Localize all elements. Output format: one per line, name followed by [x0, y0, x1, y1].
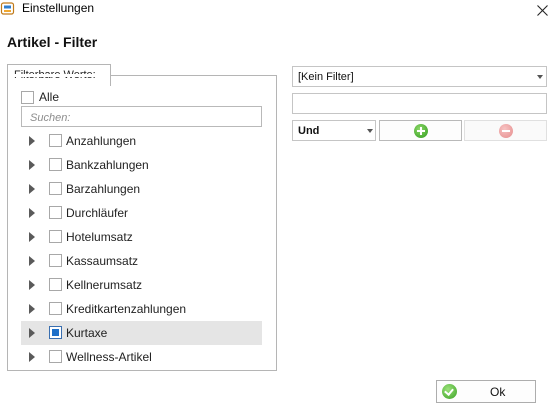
expand-arrow-icon[interactable] — [29, 136, 35, 146]
tree-item-label: Anzahlungen — [66, 134, 137, 148]
search-input[interactable] — [21, 106, 262, 127]
tree-item-kellnerumsatz[interactable]: Kellnerumsatz — [21, 273, 262, 297]
chevron-down-icon — [367, 129, 373, 133]
select-all-label: Alle — [39, 90, 60, 104]
item-checkbox[interactable] — [49, 230, 62, 243]
close-icon — [537, 4, 548, 16]
ok-button[interactable]: Ok — [436, 380, 536, 403]
expand-arrow-icon[interactable] — [29, 208, 35, 218]
item-checkbox[interactable] — [49, 206, 62, 219]
app-icon — [0, 2, 15, 15]
tree-item-label: Bankzahlungen — [66, 158, 149, 172]
expand-arrow-icon[interactable] — [29, 184, 35, 194]
tree-item-barzahlungen[interactable]: Barzahlungen — [21, 177, 262, 201]
select-all-checkbox[interactable] — [21, 91, 34, 104]
tree-item-hotelumsatz[interactable]: Hotelumsatz — [21, 225, 262, 249]
tree-item-label: Wellness-Artikel — [66, 350, 152, 364]
expand-arrow-icon[interactable] — [29, 232, 35, 242]
expand-arrow-icon[interactable] — [29, 352, 35, 362]
expand-arrow-icon[interactable] — [29, 256, 35, 266]
close-button[interactable] — [530, 0, 555, 20]
checkmark-icon — [442, 384, 457, 399]
tree-item-label: Durchläufer — [66, 206, 129, 220]
remove-filter-button[interactable] — [464, 120, 547, 141]
expand-arrow-icon[interactable] — [29, 304, 35, 314]
expand-arrow-icon[interactable] — [29, 328, 35, 338]
window-title: Einstellungen — [22, 1, 95, 15]
tree-item-kassaumsatz[interactable]: Kassaumsatz — [21, 249, 262, 273]
tree-item-label: Kurtaxe — [66, 326, 108, 340]
item-checkbox[interactable] — [49, 182, 62, 195]
tree-item-bankzahlungen[interactable]: Bankzahlungen — [21, 153, 262, 177]
tree-item-label: Barzahlungen — [66, 182, 141, 196]
add-filter-button[interactable] — [379, 120, 462, 141]
operator-dropdown[interactable]: Und — [292, 120, 376, 141]
title-bar: Einstellungen — [0, 0, 555, 20]
item-checkbox[interactable] — [49, 278, 62, 291]
plus-icon — [414, 124, 428, 138]
item-checkbox[interactable] — [49, 158, 62, 171]
filter-type-value: [Kein Filter] — [298, 71, 354, 83]
tree-item-label: Kassaumsatz — [66, 254, 139, 268]
tree-item-anzahlungen[interactable]: Anzahlungen — [21, 129, 262, 153]
chevron-down-icon — [537, 75, 543, 79]
tree-item-label: Hotelumsatz — [66, 230, 133, 244]
tree-item-kurtaxe[interactable]: Kurtaxe — [21, 321, 262, 345]
tree-item-wellness-artikel[interactable]: Wellness-Artikel — [21, 345, 262, 369]
item-checkbox[interactable] — [49, 134, 62, 147]
tree-item-durchlaeufer[interactable]: Durchläufer — [21, 201, 262, 225]
group-tab-cover — [8, 74, 110, 77]
expand-arrow-icon[interactable] — [29, 160, 35, 170]
filter-type-dropdown[interactable]: [Kein Filter] — [292, 66, 547, 87]
ok-button-label: Ok — [490, 385, 506, 399]
tree-item-label: Kreditkartenzahlungen — [66, 302, 187, 316]
item-checkbox[interactable] — [49, 254, 62, 267]
tree-item-kreditkartenzahlungen[interactable]: Kreditkartenzahlungen — [21, 297, 262, 321]
item-checkbox[interactable] — [49, 302, 62, 315]
item-checkbox[interactable] — [49, 350, 62, 363]
tree-item-label: Kellnerumsatz — [66, 278, 143, 292]
expand-arrow-icon[interactable] — [29, 280, 35, 290]
item-checkbox[interactable] — [49, 326, 62, 339]
page-title: Artikel - Filter — [7, 34, 98, 50]
filter-value-input[interactable] — [292, 93, 547, 114]
operator-value: Und — [298, 125, 320, 137]
minus-icon — [499, 124, 513, 138]
